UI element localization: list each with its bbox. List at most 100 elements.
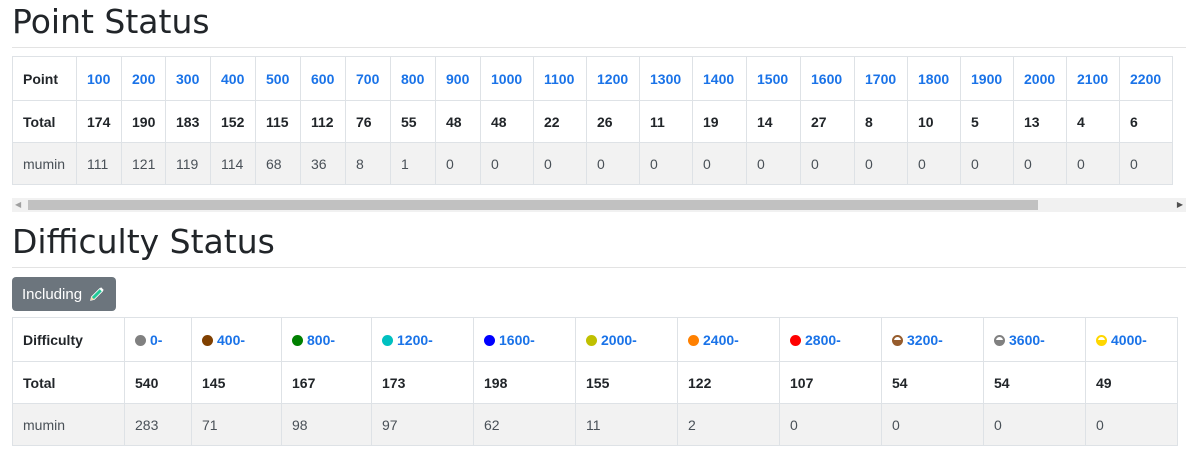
point-column-header[interactable]: 2100 [1066,56,1120,101]
difficulty-link[interactable]: 1600- [499,332,535,348]
point-link[interactable]: 1300 [650,71,681,87]
scrollbar-thumb[interactable] [28,200,1038,210]
point-column-header[interactable]: 1600 [800,56,855,101]
difficulty-color-dot-icon [790,334,801,346]
difficulty-column-header[interactable]: 2400- [677,317,780,362]
point-total-cell: 14 [746,100,801,143]
point-user-cell: 36 [300,142,346,185]
point-total-cell: 26 [586,100,640,143]
difficulty-column-header[interactable]: 2000- [575,317,678,362]
point-link[interactable]: 2200 [1130,71,1161,87]
difficulty-link[interactable]: 0- [150,332,162,348]
difficulty-column-header[interactable]: 1200- [371,317,474,362]
point-column-header[interactable]: 1900 [960,56,1014,101]
point-link[interactable]: 1200 [597,71,628,87]
difficulty-user-cell: 97 [371,403,474,446]
difficulty-link[interactable]: 2800- [805,332,841,348]
point-link[interactable]: 900 [446,71,469,87]
point-link[interactable]: 200 [132,71,155,87]
point-column-header[interactable]: 2200 [1119,56,1173,101]
difficulty-color-dot-icon [135,334,146,346]
point-link[interactable]: 500 [266,71,289,87]
point-link[interactable]: 1400 [703,71,734,87]
point-link[interactable]: 1800 [918,71,949,87]
scroll-left-icon[interactable]: ◀ [15,200,21,209]
point-link[interactable]: 1000 [491,71,522,87]
difficulty-column-header[interactable]: 1600- [473,317,576,362]
point-column-header[interactable]: 1300 [639,56,693,101]
difficulty-link[interactable]: 2000- [601,332,637,348]
point-column-header[interactable]: 200 [121,56,166,101]
point-column-header[interactable]: 800 [390,56,436,101]
difficulty-status-table: Difficulty 0- 400- 800- 1200- 1600- 2000- 2400… [12,317,1178,446]
point-total-row: Total 174 190 183 152 115 112 76 55 48 48 22 26 11 19… [12,100,1173,143]
difficulty-total-cell: 49 [1085,361,1178,404]
point-column-header[interactable]: 400 [210,56,256,101]
point-user-cell: 0 [692,142,747,185]
difficulty-total-cell: 54 [983,361,1086,404]
point-column-header[interactable]: 1000 [480,56,534,101]
point-column-header[interactable]: 500 [255,56,301,101]
difficulty-link[interactable]: 3600- [1009,332,1045,348]
point-status-table-container[interactable]: Point 100 200 300 400 500 600 700 800 900 1000 110… [12,56,1186,185]
point-total-cell: 48 [480,100,534,143]
difficulty-color-dot-icon [292,334,303,346]
page: Point Status Point 100 200 300 400 500 600 700… [0,0,1200,446]
point-link[interactable]: 100 [87,71,110,87]
difficulty-total-cell: 167 [281,361,372,404]
point-column-header[interactable]: 1700 [854,56,908,101]
point-link[interactable]: 1500 [757,71,788,87]
difficulty-color-dot-icon [688,334,699,346]
point-total-cell: 11 [639,100,693,143]
point-link[interactable]: 400 [221,71,244,87]
point-column-header[interactable]: 1500 [746,56,801,101]
point-link[interactable]: 1900 [971,71,1002,87]
point-link[interactable]: 1100 [544,71,574,87]
difficulty-link[interactable]: 2400- [703,332,739,348]
difficulty-link[interactable]: 800- [307,332,335,348]
difficulty-total-cell: 155 [575,361,678,404]
difficulty-link[interactable]: 4000- [1111,332,1147,348]
point-column-header[interactable]: 1200 [586,56,640,101]
difficulty-column-header[interactable]: 4000- [1085,317,1178,362]
difficulty-user-cell: 0 [881,403,984,446]
difficulty-link[interactable]: 3200- [907,332,943,348]
point-total-cell: 10 [907,100,961,143]
difficulty-user-cell: 62 [473,403,576,446]
difficulty-column-header[interactable]: 0- [124,317,192,362]
point-column-header[interactable]: 2000 [1013,56,1067,101]
point-total-cell: 55 [390,100,436,143]
point-link[interactable]: 1700 [865,71,896,87]
point-total-cell: 76 [345,100,391,143]
point-column-header[interactable]: 1800 [907,56,961,101]
point-column-header[interactable]: 1100 [533,56,587,101]
point-column-header[interactable]: 300 [165,56,211,101]
difficulty-column-header[interactable]: 2800- [779,317,882,362]
point-column-header[interactable]: 600 [300,56,346,101]
difficulty-link[interactable]: 1200- [397,332,433,348]
difficulty-column-header[interactable]: 400- [191,317,282,362]
difficulty-column-header[interactable]: 3200- [881,317,984,362]
including-toggle-button[interactable]: Including [12,277,117,311]
point-link[interactable]: 700 [356,71,379,87]
point-column-header[interactable]: 1400 [692,56,747,101]
point-column-header[interactable]: 900 [435,56,481,101]
difficulty-link[interactable]: 400- [217,332,245,348]
horizontal-scrollbar[interactable]: ◀ ▶ [12,198,1186,212]
difficulty-user-cell: 71 [191,403,282,446]
difficulty-column-header[interactable]: 800- [281,317,372,362]
point-link[interactable]: 300 [176,71,199,87]
point-link[interactable]: 2100 [1077,71,1108,87]
point-column-header[interactable]: 100 [76,56,122,101]
point-link[interactable]: 1600 [811,71,842,87]
point-user-cell: 0 [480,142,534,185]
point-link[interactable]: 800 [401,71,424,87]
point-link[interactable]: 2000 [1024,71,1055,87]
point-link[interactable]: 600 [311,71,334,87]
point-total-cell: 4 [1066,100,1120,143]
point-column-header[interactable]: 700 [345,56,391,101]
difficulty-color-dot-icon [586,334,597,346]
difficulty-column-header[interactable]: 3600- [983,317,1086,362]
scroll-right-icon[interactable]: ▶ [1177,200,1183,209]
difficulty-total-cell: 198 [473,361,576,404]
